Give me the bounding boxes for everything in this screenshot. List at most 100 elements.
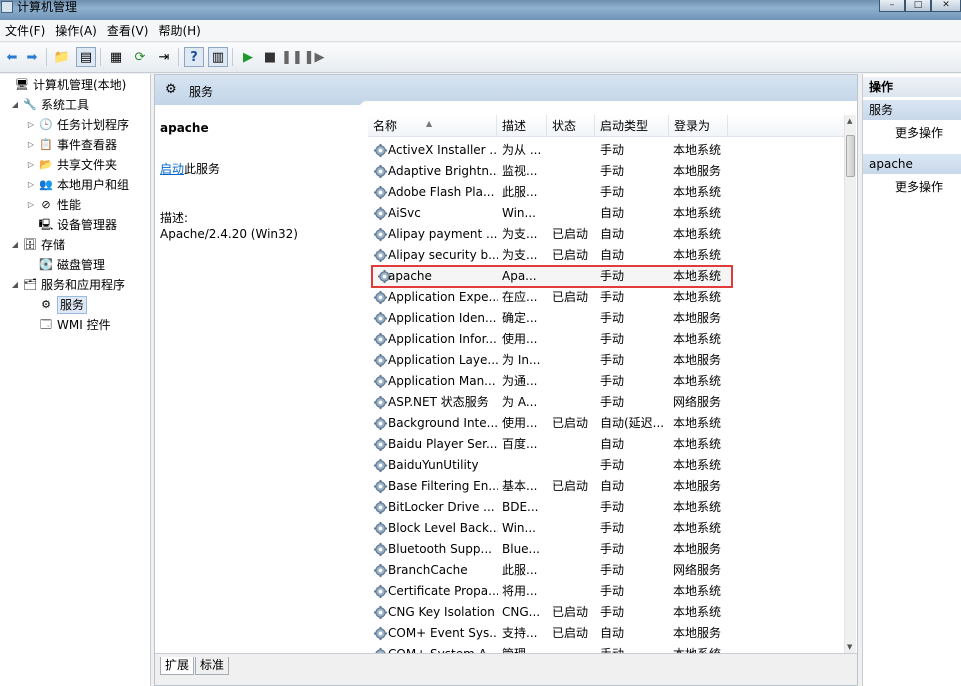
cell-logon: 本地系统 (673, 185, 722, 199)
table-row[interactable]: Block Level Back... Win... 手动 本地系统 (368, 518, 844, 539)
forward-arrow-icon[interactable]: ➡ (22, 47, 42, 67)
vertical-scrollbar[interactable]: ▲ ▼ (844, 115, 856, 653)
menu-help[interactable]: 帮助(H) (153, 20, 205, 42)
table-row[interactable]: ActiveX Installer ... 为从 ... 手动 本地系统 (368, 140, 844, 161)
pause-icon[interactable]: ❚❚ (281, 47, 303, 67)
table-row[interactable]: Certificate Propa... 将用... 手动 本地系统 (368, 581, 844, 602)
cell-logon: 本地服务 (673, 164, 722, 178)
refresh-icon[interactable]: ⟳ (130, 47, 150, 67)
table-row[interactable]: Alipay security b... 为支... 已启动 自动 本地系统 (368, 245, 844, 266)
cell-status (552, 329, 594, 350)
tree-item[interactable]: ▷ 📋 事件查看器 (26, 135, 117, 155)
maximize-icon[interactable]: □ (905, 0, 931, 12)
more-actions-services[interactable]: 更多操作 (895, 124, 943, 142)
column-logon-as[interactable]: 登录为 (669, 115, 728, 137)
tree-item[interactable]: ◢ 🔧 系统工具 (10, 95, 89, 115)
column-name-label: 名称 (373, 119, 398, 133)
menu-action[interactable]: 操作(A) (50, 20, 102, 42)
table-row[interactable]: Adobe Flash Pla... 此服... 手动 本地系统 (368, 182, 844, 203)
cell-logon: 本地系统 (673, 437, 722, 451)
tree-item[interactable]: ◢ 🗄 存储 (10, 235, 65, 255)
table-row[interactable]: Alipay payment ... 为支... 已启动 自动 本地系统 (368, 224, 844, 245)
cell-status (552, 140, 594, 161)
table-row[interactable]: Application Laye... 为 In... 手动 本地服务 (368, 350, 844, 371)
tree-item[interactable]: ⚙ 服务 (26, 295, 88, 315)
table-row[interactable]: Application Iden... 确定... 手动 本地服务 (368, 308, 844, 329)
tree-item[interactable]: ▷ ⊘ 性能 (26, 195, 81, 215)
menu-file[interactable]: 文件(F) (0, 20, 50, 42)
cell-status (552, 497, 594, 518)
column-startup-type[interactable]: 启动类型 (595, 115, 669, 137)
actions-section-services[interactable]: 服务 (863, 100, 961, 120)
expand-arrow-icon[interactable]: ▷ (26, 195, 36, 215)
expand-arrow-icon[interactable]: ◢ (10, 235, 20, 255)
scroll-thumb[interactable] (846, 135, 855, 177)
expand-arrow-icon[interactable]: ◢ (10, 95, 20, 115)
cell-logon: 本地系统 (673, 605, 722, 619)
cell-status: 已启动 (552, 626, 589, 640)
table-row[interactable]: Adaptive Brightn... 监视... 手动 本地服务 (368, 161, 844, 182)
tree-item[interactable]: 🖥 计算机管理(本地) (2, 75, 126, 95)
column-name[interactable]: 名称 ▲ (368, 115, 497, 137)
tree-item[interactable]: 🖳 设备管理器 (26, 215, 117, 235)
start-service-link[interactable]: 启动 (160, 162, 184, 176)
expand-arrow-icon[interactable]: ▷ (26, 135, 36, 155)
toolbar-separator (178, 48, 179, 66)
table-row[interactable]: BranchCache 此服... 手动 网络服务 (368, 560, 844, 581)
restart-icon[interactable]: ❚▶ (304, 47, 325, 67)
column-description[interactable]: 描述 (497, 115, 547, 137)
play-icon[interactable]: ▶ (238, 47, 258, 67)
expand-arrow-icon[interactable]: ▷ (26, 115, 36, 135)
toolbar: ⬅ ➡ 📁 ▤ ▦ ⟳ ⇥ ? ▥ ▶ ■ ❚❚ ❚▶ (0, 43, 961, 73)
table-row[interactable]: Background Inte... 使用... 已启动 自动(延迟... 本地系统 (368, 413, 844, 434)
properties-icon[interactable]: ▦ (106, 47, 126, 67)
cell-desc: 在应... (502, 290, 538, 304)
service-gear-icon (373, 374, 388, 389)
actions-section-apache[interactable]: apache (863, 154, 961, 174)
cell-name: CNG Key Isolation (388, 605, 495, 619)
tab-extended[interactable]: 扩展 (160, 657, 195, 675)
table-row[interactable]: AiSvc Win... 自动 本地系统 (368, 203, 844, 224)
tree-item[interactable]: ▷ 👥 本地用户和组 (26, 175, 129, 195)
table-row[interactable]: Bluetooth Supp... Blue... 手动 本地服务 (368, 539, 844, 560)
table-row[interactable]: BitLocker Drive ... BDE... 手动 本地系统 (368, 497, 844, 518)
toolbar-separator (46, 48, 47, 66)
expand-arrow-icon[interactable]: ▷ (26, 155, 36, 175)
table-row[interactable]: COM+ System A... 管理... 手动本地系统 (368, 644, 844, 653)
show-hide-tree-icon[interactable]: ▤ (76, 47, 96, 67)
minimize-icon[interactable]: – (879, 0, 905, 12)
table-row[interactable]: COM+ Event Sys... 支持... 已启动 自动 本地服务 (368, 623, 844, 644)
table-row[interactable]: Base Filtering En... 基本... 已启动 自动 本地服务 (368, 476, 844, 497)
table-row[interactable]: Application Man... 为通... 手动 本地系统 (368, 371, 844, 392)
table-row[interactable]: BaiduYunUtility 手动 本地系统 (368, 455, 844, 476)
menu-view[interactable]: 查看(V) (102, 20, 154, 42)
tree-item[interactable]: 💽 磁盘管理 (26, 255, 105, 275)
help-icon[interactable]: ? (184, 47, 204, 67)
up-folder-icon[interactable]: 📁 (52, 47, 72, 67)
table-row[interactable]: Baidu Player Ser... 百度... 自动 本地系统 (368, 434, 844, 455)
more-actions-apache[interactable]: 更多操作 (895, 178, 943, 196)
export-list-icon[interactable]: ⇥ (154, 47, 174, 67)
table-row[interactable]: ASP.NET 状态服务为 A... 手动 网络服务 (368, 392, 844, 413)
back-arrow-icon[interactable]: ⬅ (2, 47, 22, 67)
action-pane-icon[interactable]: ▥ (208, 47, 228, 67)
expand-arrow-icon[interactable]: ◢ (10, 275, 20, 295)
tree-item[interactable]: 🗔 WMI 控件 (26, 315, 111, 335)
close-icon[interactable]: ✕ (931, 0, 961, 12)
table-row[interactable]: Application Expe... 在应... 已启动 手动 本地系统 (368, 287, 844, 308)
stop-icon[interactable]: ■ (260, 47, 280, 67)
expand-arrow-icon[interactable]: ▷ (26, 175, 36, 195)
table-row[interactable]: Application Infor... 使用... 手动 本地系统 (368, 329, 844, 350)
tools-icon: 🔧 (23, 98, 37, 111)
table-row[interactable]: apache Apa... 手动 本地系统 (371, 265, 733, 288)
tree-item[interactable]: ◢ 🗂 服务和应用程序 (10, 275, 125, 295)
service-gear-icon (373, 332, 388, 347)
column-status[interactable]: 状态 (547, 115, 595, 137)
service-gear-icon (373, 563, 388, 578)
scroll-down-icon[interactable]: ▼ (847, 643, 852, 651)
scroll-up-icon[interactable]: ▲ (847, 117, 852, 125)
tab-standard[interactable]: 标准 (195, 657, 230, 675)
tree-item[interactable]: ▷ 🕒 任务计划程序 (26, 115, 129, 135)
tree-item[interactable]: ▷ 📂 共享文件夹 (26, 155, 117, 175)
table-row[interactable]: CNG Key Isolation CNG... 已启动 手动 本地系统 (368, 602, 844, 623)
